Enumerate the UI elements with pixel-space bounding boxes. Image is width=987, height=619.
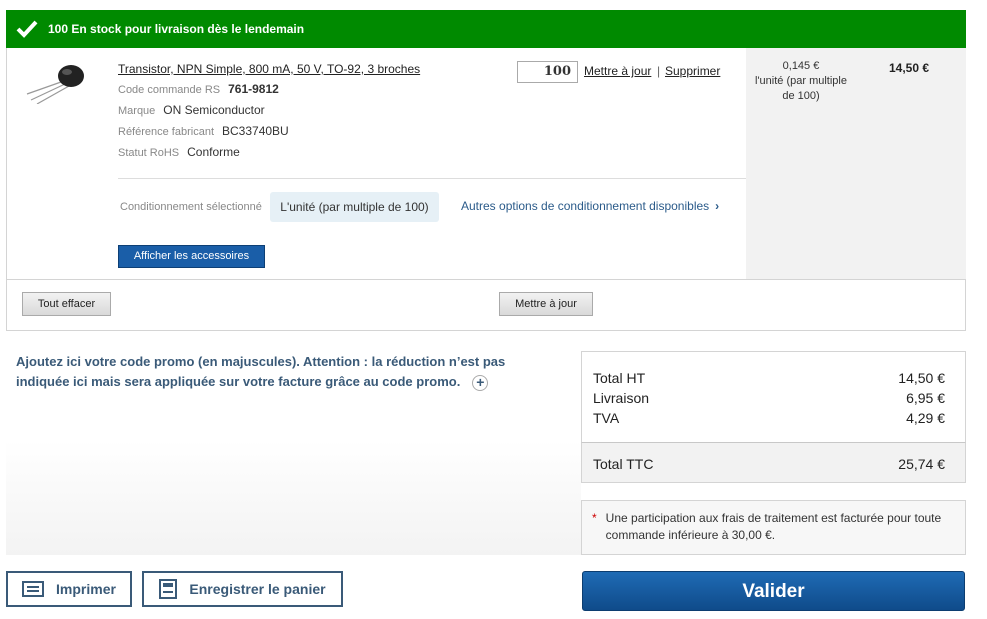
divider [7, 279, 965, 280]
spec-rohs: Statut RoHS Conforme [118, 145, 240, 159]
validate-button[interactable]: Valider [582, 571, 965, 611]
product-title-link[interactable]: Transistor, NPN Simple, 800 mA, 50 V, TO… [118, 62, 420, 76]
save-cart-button[interactable]: Enregistrer le panier [142, 571, 343, 607]
spec-rs-code: Code commande RS 761-9812 [118, 82, 279, 96]
quantity-input[interactable]: 100 [517, 61, 578, 83]
update-cart-button[interactable]: Mettre à jour [499, 292, 593, 316]
transistor-image [26, 65, 84, 104]
processing-fee-note: * Une participation aux frais de traitem… [581, 500, 966, 555]
update-link[interactable]: Mettre à jour [584, 64, 651, 78]
vat-row: TVA 4,29 € [593, 410, 945, 426]
packaging-label: Conditionnement sélectionné [120, 201, 262, 213]
promo-background [6, 440, 581, 555]
save-icon [159, 579, 178, 599]
packaging-selected: L'unité (par multiple de 100) [270, 192, 439, 222]
stock-banner: 100 En stock pour livraison dès le lende… [6, 10, 966, 48]
shipping-row: Livraison 6,95 € [593, 390, 945, 406]
show-accessories-button[interactable]: Afficher les accessoires [118, 245, 265, 268]
printer-icon [22, 581, 45, 597]
promo-code-section: Ajoutez ici votre code promo (en majuscu… [16, 354, 506, 391]
spec-mfr-ref: Référence fabricant BC33740BU [118, 124, 289, 138]
expand-plus-icon[interactable]: + [472, 374, 489, 391]
checkmark-icon [16, 20, 38, 38]
total-ttc-row: Total TTC 25,74 € [593, 456, 945, 472]
unit-price: 0,145 € l'unité (par multiple de 100) [755, 60, 847, 102]
spec-brand: Marque ON Semiconductor [118, 103, 265, 117]
divider [118, 178, 746, 179]
totals-box: Total HT 14,50 € Livraison 6,95 € TVA 4,29 … [581, 351, 966, 442]
chevron-right-icon: › [715, 199, 720, 213]
clear-all-button[interactable]: Tout effacer [22, 292, 111, 316]
total-ttc-box: Total TTC 25,74 € [581, 442, 966, 483]
line-total: 14,50 € [889, 61, 930, 75]
delete-link[interactable]: Supprimer [665, 64, 720, 78]
total-ht-row: Total HT 14,50 € [593, 370, 945, 386]
cart-item: Transistor, NPN Simple, 800 mA, 50 V, TO… [6, 48, 966, 331]
link-separator: | [657, 64, 661, 78]
stock-text: 100 En stock pour livraison dès le lende… [48, 22, 305, 36]
print-button[interactable]: Imprimer [6, 571, 132, 607]
packaging-options-link[interactable]: Autres options de conditionnement dispon… [461, 199, 719, 213]
